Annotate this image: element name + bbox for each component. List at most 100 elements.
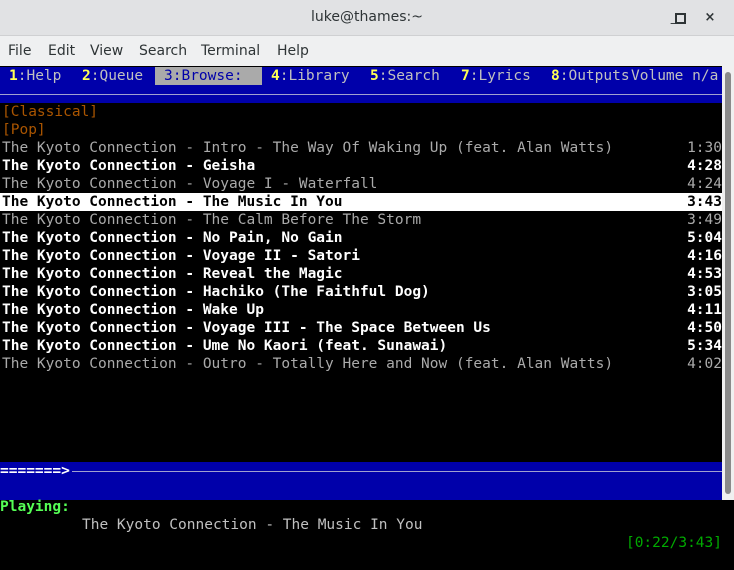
track-artist: The Kyoto Connection <box>2 284 177 300</box>
track-separator: - <box>176 248 203 264</box>
track-title: Ume No Kaori (feat. Sunawai) <box>202 338 448 354</box>
track-row[interactable]: The Kyoto Connection - The Calm Before T… <box>0 211 722 229</box>
track-artist: The Kyoto Connection <box>2 248 177 264</box>
track-text: The Kyoto Connection - The Music In You <box>2 193 343 211</box>
track-title: Wake Up <box>202 302 264 318</box>
progress-track <box>72 471 722 472</box>
track-title: Reveal the Magic <box>202 266 343 282</box>
tab-queue[interactable]: 2:Queue <box>82 67 143 85</box>
track-separator: - <box>176 338 203 354</box>
track-text: The Kyoto Connection - Outro - Totally H… <box>2 355 613 373</box>
track-row[interactable]: The Kyoto Connection - Geisha 4:28 <box>0 157 722 175</box>
track-row[interactable]: The Kyoto Connection - Voyage III - The … <box>0 319 722 337</box>
track-separator: - <box>176 302 203 318</box>
track-artist: The Kyoto Connection <box>2 338 177 354</box>
progress-fill: =======> <box>0 463 70 479</box>
elapsed-time: [0:22/3:43] <box>625 535 722 551</box>
track-text: The Kyoto Connection - No Pain, No Gain <box>2 229 343 247</box>
track-separator: - <box>176 140 203 156</box>
track-artist: The Kyoto Connection <box>2 320 177 336</box>
track-row[interactable]: The Kyoto Connection - Voyage II - Sator… <box>0 247 722 265</box>
track-duration: 4:28 <box>687 158 722 174</box>
track-separator: - <box>176 194 203 210</box>
status-bar: Playing: The Kyoto Connection - The Musi… <box>0 480 722 551</box>
menu-help[interactable]: Help <box>277 43 309 59</box>
track-separator: - <box>176 158 203 174</box>
menu-file[interactable]: File <box>8 43 31 59</box>
header-separator <box>0 85 722 103</box>
maximize-button[interactable] <box>670 8 690 28</box>
separator-line <box>0 94 722 95</box>
track-row[interactable]: The Kyoto Connection - Intro - The Way O… <box>0 139 722 157</box>
track-text: The Kyoto Connection - Voyage I - Waterf… <box>2 175 377 193</box>
track-artist: The Kyoto Connection <box>2 194 177 210</box>
track-title: Voyage I - Waterfall <box>202 176 378 192</box>
track-row[interactable]: The Kyoto Connection - Reveal the Magic 4… <box>0 265 722 283</box>
track-title: Outro - Totally Here and Now (feat. Alan… <box>202 356 614 372</box>
track-text: The Kyoto Connection - Reveal the Magic <box>2 265 343 283</box>
progress-bar[interactable]: =======> <box>0 462 722 480</box>
track-row[interactable]: The Kyoto Connection - Hachiko (The Fait… <box>0 283 722 301</box>
menu-terminal[interactable]: Terminal <box>201 43 260 59</box>
track-title: Intro - The Way Of Waking Up (feat. Alan… <box>202 140 614 156</box>
track-text: The Kyoto Connection - Voyage III - The … <box>2 319 491 337</box>
track-duration: 4:11 <box>687 302 722 318</box>
tab-outputs[interactable]: 8:Outputs <box>551 67 630 85</box>
track-row[interactable]: The Kyoto Connection - Voyage I - Waterf… <box>0 175 722 193</box>
track-text: The Kyoto Connection - Wake Up <box>2 301 264 319</box>
track-row[interactable]: The Kyoto Connection - Wake Up 4:11 <box>0 301 722 319</box>
terminal-screen[interactable]: 1:Help 2:Queue 3:Browse: 4:Library 5:Sea… <box>0 66 724 551</box>
track-row[interactable]: The Kyoto Connection - No Pain, No Gain 5… <box>0 229 722 247</box>
tab-browse[interactable]: 3:Browse: <box>155 67 262 85</box>
track-text: The Kyoto Connection - Voyage II - Sator… <box>2 247 360 265</box>
tab-lyrics[interactable]: 7:Lyrics <box>461 67 531 85</box>
track-row[interactable]: The Kyoto Connection - The Music In You 3… <box>0 193 722 211</box>
track-separator: - <box>176 284 203 300</box>
volume-indicator: Volume n/a <box>631 68 719 84</box>
track-text: The Kyoto Connection - Ume No Kaori (fea… <box>2 337 447 355</box>
title-bar: luke@thames:~ _ × <box>0 0 734 36</box>
track-text: The Kyoto Connection - Intro - The Way O… <box>2 139 613 157</box>
track-artist: The Kyoto Connection <box>2 302 177 318</box>
close-button[interactable]: × <box>700 8 720 28</box>
track-title: No Pain, No Gain <box>202 230 343 246</box>
menu-search[interactable]: Search <box>139 43 187 59</box>
track-duration: 1:30 <box>687 140 722 156</box>
track-artist: The Kyoto Connection <box>2 356 177 372</box>
track-duration: 3:49 <box>687 212 722 228</box>
menu-view[interactable]: View <box>90 43 123 59</box>
track-duration: 4:16 <box>687 248 722 264</box>
track-separator: - <box>176 266 203 282</box>
scrollbar-thumb[interactable] <box>725 72 731 494</box>
track-row[interactable]: The Kyoto Connection - Outro - Totally H… <box>0 355 722 373</box>
track-text: The Kyoto Connection - Hachiko (The Fait… <box>2 283 430 301</box>
terminal-scrollbar[interactable] <box>722 66 734 500</box>
category-classical[interactable]: [Classical] <box>2 103 724 121</box>
track-separator: - <box>176 212 203 228</box>
menu-edit[interactable]: Edit <box>48 43 75 59</box>
track-row[interactable]: The Kyoto Connection - Ume No Kaori (fea… <box>0 337 722 355</box>
tab-library[interactable]: 4:Library <box>271 67 350 85</box>
track-artist: The Kyoto Connection <box>2 212 177 228</box>
track-duration: 5:34 <box>687 338 722 354</box>
track-duration: 4:24 <box>687 176 722 192</box>
track-artist: The Kyoto Connection <box>2 230 177 246</box>
track-duration: 3:05 <box>687 284 722 300</box>
track-title: Hachiko (The Faithful Dog) <box>202 284 430 300</box>
track-title: Voyage II - Satori <box>202 248 360 264</box>
track-duration: 3:43 <box>687 194 722 210</box>
track-duration: 4:50 <box>687 320 722 336</box>
track-separator: - <box>176 176 203 192</box>
playing-label: Playing: <box>0 499 70 515</box>
category-pop[interactable]: [Pop] <box>2 121 724 139</box>
track-title: The Calm Before The Storm <box>202 212 422 228</box>
tab-search[interactable]: 5:Search <box>370 67 440 85</box>
track-title: Geisha <box>202 158 256 174</box>
track-artist: The Kyoto Connection <box>2 140 177 156</box>
now-playing: The Kyoto Connection - The Music In You <box>82 517 423 533</box>
tab-bar: 1:Help 2:Queue 3:Browse: 4:Library 5:Sea… <box>0 67 722 85</box>
tab-help[interactable]: 1:Help <box>9 67 61 85</box>
track-artist: The Kyoto Connection <box>2 266 177 282</box>
track-title: Voyage III - The Space Between Us <box>202 320 491 336</box>
track-text: The Kyoto Connection - The Calm Before T… <box>2 211 421 229</box>
